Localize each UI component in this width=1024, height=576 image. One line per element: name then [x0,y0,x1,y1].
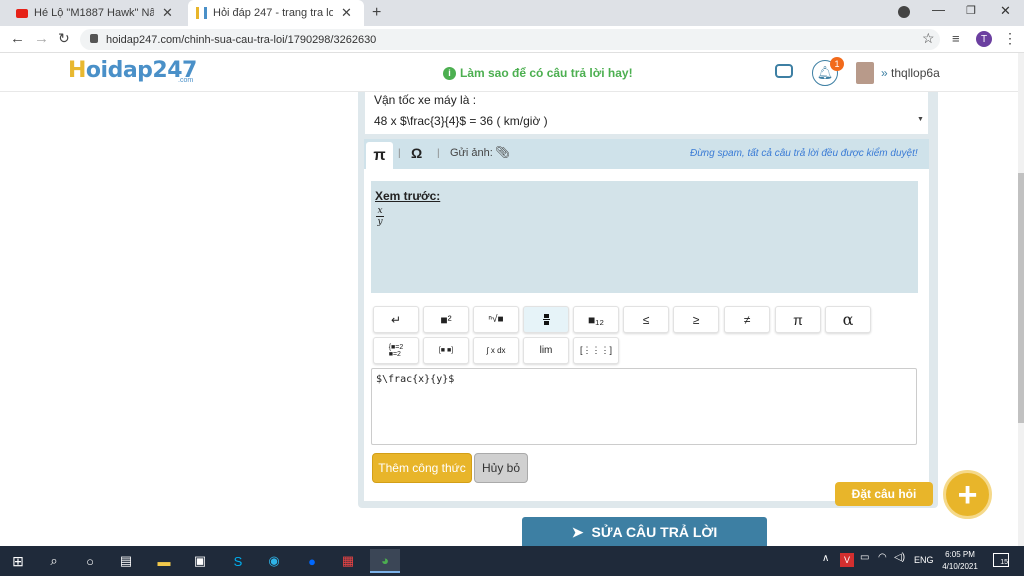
close-icon[interactable]: ✕ [341,5,352,21]
key-geq[interactable]: ≥ [673,306,719,333]
key-system[interactable]: {■=2 ■=2 [373,337,419,364]
answer-line: Vận tốc xe máy là : [374,93,477,107]
fraction-key-icon [542,314,550,325]
paperclip-icon[interactable]: 📎︎ [495,145,510,159]
submit-answer-button[interactable]: ➤ SỬA CÂU TRẢ LỜI [522,517,767,547]
app-icon[interactable]: ▦ [336,549,360,573]
action-center-icon[interactable]: 15 [993,553,1009,567]
store-icon[interactable]: ▣ [188,549,212,573]
task-view-icon[interactable]: ▤ [114,549,138,573]
tip-text: Làm sao để có câu trả lời hay! [460,66,633,80]
lock-icon [90,34,98,43]
key-grid[interactable]: [⋮⋮⋮] [573,337,619,364]
tray-chevron-icon[interactable]: ∧ [822,553,829,564]
plus-icon[interactable]: + [943,470,992,519]
scrollbar-thumb[interactable] [1018,173,1024,423]
reading-list-icon[interactable]: ≡ [952,31,960,46]
hoidap-favicon [196,7,207,19]
back-icon[interactable]: ← [10,30,25,47]
tip-link[interactable]: i Làm sao để có câu trả lời hay! [443,66,633,80]
zalo-icon[interactable]: ● [300,549,324,573]
tab-search-icon[interactable] [898,6,910,18]
edge-icon[interactable]: ◉ [262,549,286,573]
menu-kebab-icon[interactable]: ⋮ [1003,30,1017,47]
add-formula-button[interactable]: Thêm công thức [372,453,472,483]
tab-youtube[interactable]: Hé Lộ "M1887 Hawk" Nâng Cấp ✕ [8,0,190,26]
search-icon[interactable]: ⌕ [42,549,66,573]
key-matrix[interactable]: [■ ■] [423,337,469,364]
preview-fraction: x y [376,206,384,227]
key-enter[interactable]: ↵ [373,306,419,333]
scroll-down-icon[interactable]: ▼ [917,116,924,123]
volume-icon[interactable]: ◁) [894,552,905,563]
tab-special-chars[interactable]: Ω [411,145,422,161]
username: thqllop6a [891,66,940,80]
key-nth-root[interactable]: ⁿ√■ [473,306,519,333]
wifi-icon[interactable]: ◠ [878,552,887,563]
youtube-icon [16,8,28,18]
user-menu[interactable]: » thqllop6a [881,66,940,80]
key-integral[interactable]: ∫ x dx [473,337,519,364]
key-limit[interactable]: lim [523,337,569,364]
clock-time: 6:05 PM [945,550,975,559]
chrome-icon[interactable]: ◕ [370,549,400,573]
close-icon[interactable]: ✕ [162,5,173,21]
cortana-icon[interactable]: ○ [78,549,102,573]
key-pi[interactable]: π [775,306,821,333]
clock[interactable]: 6:05 PM 4/10/2021 [938,549,982,573]
file-explorer-icon[interactable]: ▬ [152,549,176,573]
url-text: hoidap247.com/chinh-sua-cau-tra-loi/1790… [106,33,377,46]
skype-icon[interactable]: S [226,549,250,573]
separator: | [437,148,440,159]
ask-question-button[interactable]: Đặt câu hỏi [835,482,933,506]
logo-sub: .com [178,77,194,84]
minimize-icon[interactable]: — [932,2,945,17]
spam-warning: Đừng spam, tất cả câu trả lời đều được k… [690,148,918,159]
scrollbar[interactable] [1018,53,1024,546]
key-alpha[interactable]: α [825,306,871,333]
tray-app-icon[interactable]: V [840,553,854,567]
windows-start-icon[interactable]: ⊞ [6,549,30,573]
reload-icon[interactable]: ↻ [58,30,70,47]
tab-hoidap[interactable]: Hỏi đáp 247 - trang tra loi ✕ [188,0,364,26]
forward-icon[interactable]: → [34,30,49,47]
battery-icon[interactable]: ▭ [860,552,869,563]
language-indicator[interactable]: ENG [914,555,934,565]
bookmark-star-icon[interactable]: ☆ [922,30,935,47]
key-fraction[interactable] [523,306,569,333]
info-icon: i [443,66,456,80]
preview-label: Xem trước: [375,189,441,203]
fraction-numerator: x [376,206,384,217]
tab-title: Hỏi đáp 247 - trang tra loi [213,7,333,19]
new-tab-icon[interactable]: + [372,4,381,22]
tab-title: Hé Lộ "M1887 Hawk" Nâng Cấp [34,7,154,19]
clock-date: 4/10/2021 [942,562,978,571]
key-superscript[interactable]: ■² [423,306,469,333]
key-leq[interactable]: ≤ [623,306,669,333]
chevron-down-icon: » [881,66,888,80]
address-bar[interactable]: hoidap247.com/chinh-sua-cau-tra-loi/1790… [80,29,940,50]
user-avatar[interactable] [856,62,874,84]
preview-box [371,181,918,293]
key-neq[interactable]: ≠ [724,306,770,333]
tab-math-symbols[interactable]: π [366,142,393,169]
send-image-label: Gửi ảnh: [450,147,493,159]
formula-input[interactable]: $\frac{x}{y}$ [371,368,917,445]
submit-label: SỬA CÂU TRẢ LỜI [591,524,718,540]
chat-icon[interactable] [775,64,793,78]
fraction-denominator: y [377,217,383,227]
cancel-button[interactable]: Hủy bỏ [474,453,528,483]
notification-badge: 1 [830,57,844,71]
window-close-icon[interactable]: ✕ [1000,3,1011,19]
answer-line: 48 x $\frac{3}{4}$ = 36 ( km/giờ ) [374,114,548,128]
send-icon: ➤ [571,523,584,540]
key-subscript[interactable]: ■₁₂ [573,306,619,333]
profile-avatar[interactable]: T [976,31,992,47]
restore-icon[interactable]: ❐ [966,4,976,17]
separator: | [398,148,401,159]
